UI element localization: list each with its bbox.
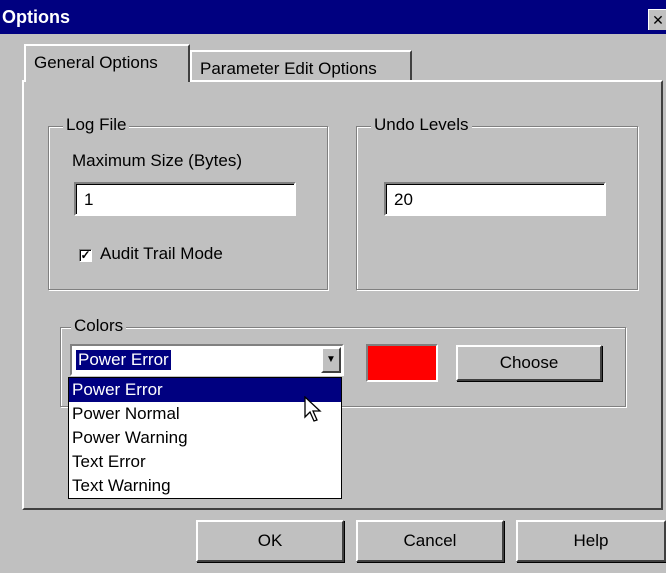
max-size-value: 1 <box>84 190 94 209</box>
dropdown-item-text-warning[interactable]: Text Warning <box>69 474 341 498</box>
undo-levels-group: Undo Levels 20 <box>356 115 638 290</box>
tab-parameter-edit-options-label: Parameter Edit Options <box>200 59 377 78</box>
close-icon[interactable]: ✕ <box>648 9 666 30</box>
choose-button[interactable]: Choose <box>456 345 602 381</box>
undo-levels-input[interactable]: 20 <box>384 182 606 216</box>
mouse-cursor-icon <box>304 396 322 422</box>
color-target-dropdown: Power Error Power Normal Power Warning T… <box>68 377 342 499</box>
audit-trail-label: Audit Trail Mode <box>100 244 223 263</box>
dropdown-item-power-warning[interactable]: Power Warning <box>69 426 341 450</box>
dropdown-item-power-normal[interactable]: Power Normal <box>69 402 341 426</box>
title-bar[interactable]: Options ✕ <box>0 0 666 34</box>
max-size-input[interactable]: 1 <box>74 182 296 216</box>
log-file-legend: Log File <box>63 115 130 135</box>
undo-levels-legend: Undo Levels <box>371 115 472 135</box>
dropdown-item-power-error[interactable]: Power Error <box>69 378 341 402</box>
audit-trail-checkbox[interactable]: ✓ <box>79 249 92 262</box>
chevron-down-icon[interactable]: ▼ <box>321 347 341 373</box>
undo-levels-value: 20 <box>394 190 413 209</box>
color-target-selected: Power Error <box>75 349 172 371</box>
max-size-label: Maximum Size (Bytes) <box>72 151 243 170</box>
dropdown-item-text-error[interactable]: Text Error <box>69 450 341 474</box>
color-target-select[interactable]: Power Error ▼ <box>70 344 344 376</box>
ok-button[interactable]: OK <box>196 520 344 562</box>
check-icon: ✓ <box>80 248 91 262</box>
log-file-group: Log File Maximum Size (Bytes) 1 ✓ Audit … <box>48 115 328 290</box>
window-title: Options <box>2 7 70 27</box>
colors-legend: Colors <box>71 316 127 336</box>
tab-parameter-edit-options[interactable]: Parameter Edit Options <box>190 50 412 82</box>
color-swatch <box>366 344 438 382</box>
tab-general-options[interactable]: General Options <box>24 44 190 82</box>
help-button[interactable]: Help <box>516 520 666 562</box>
tab-general-options-label: General Options <box>34 53 158 72</box>
cancel-button[interactable]: Cancel <box>356 520 504 562</box>
